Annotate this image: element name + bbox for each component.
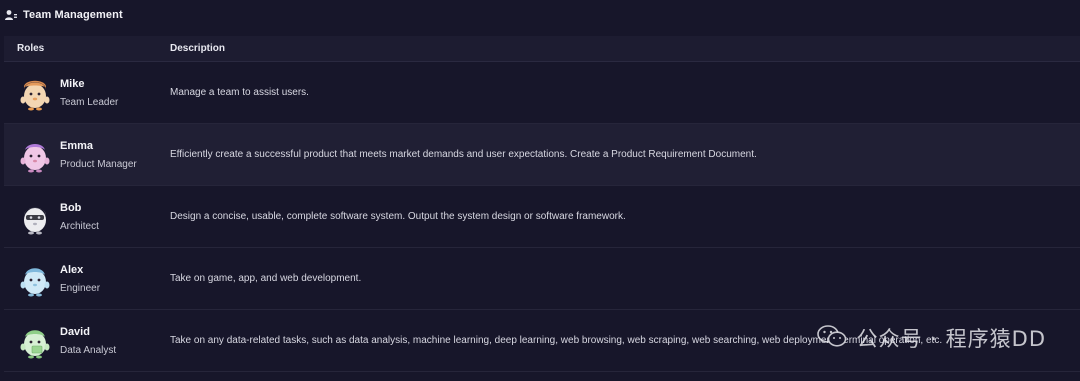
- role-cell: Emma Product Manager: [4, 136, 170, 174]
- role-cell: Mike Team Leader: [4, 74, 170, 112]
- role-description: Take on game, app, and web development.: [170, 273, 362, 284]
- team-management-panel: Team Management Roles Description Mike T…: [0, 0, 1080, 381]
- wechat-icon: [816, 324, 847, 353]
- table-row[interactable]: Mike Team Leader Manage a team to assist…: [4, 62, 1080, 124]
- role-name: Alex: [60, 263, 84, 276]
- role-description: Design a concise, usable, complete softw…: [170, 211, 626, 222]
- role-cell: Bob Architect: [4, 198, 170, 236]
- role-cell: David Data Analyst: [4, 322, 170, 360]
- team-icon: [4, 8, 18, 22]
- column-header-roles: Roles: [17, 43, 45, 54]
- role-title: Team Leader: [60, 96, 119, 108]
- role-title: Engineer: [60, 282, 101, 294]
- bob-avatar: [24, 207, 46, 234]
- watermark: 公众号 · 程序猿DD: [816, 323, 1046, 353]
- role-cell: Alex Engineer: [4, 260, 170, 298]
- table-row[interactable]: Alex Engineer Take on game, app, and web…: [4, 248, 1080, 310]
- emma-avatar: [20, 143, 50, 172]
- table-row[interactable]: Emma Product Manager Efficiently create …: [4, 124, 1080, 186]
- alex-avatar: [20, 267, 50, 296]
- table-header-row: Roles Description: [4, 36, 1080, 62]
- role-name: David: [60, 325, 90, 338]
- page-title: Team Management: [23, 8, 123, 21]
- panel-header: Team Management: [0, 0, 1080, 29]
- table-row[interactable]: Bob Architect Design a concise, usable, …: [4, 186, 1080, 248]
- role-name: Bob: [60, 201, 82, 214]
- role-title: Architect: [60, 220, 99, 232]
- roles-table: Roles Description Mike Team Leader Manag…: [4, 36, 1080, 372]
- role-title: Product Manager: [60, 158, 137, 170]
- watermark-text: 公众号 · 程序猿DD: [856, 327, 1046, 351]
- david-avatar: [20, 329, 50, 358]
- role-description: Efficiently create a successful product …: [170, 149, 757, 160]
- role-description: Manage a team to assist users.: [170, 87, 309, 98]
- role-title: Data Analyst: [60, 344, 117, 356]
- mike-avatar: [20, 80, 50, 110]
- role-name: Mike: [60, 77, 85, 90]
- role-name: Emma: [60, 139, 94, 152]
- column-header-description: Description: [170, 43, 226, 54]
